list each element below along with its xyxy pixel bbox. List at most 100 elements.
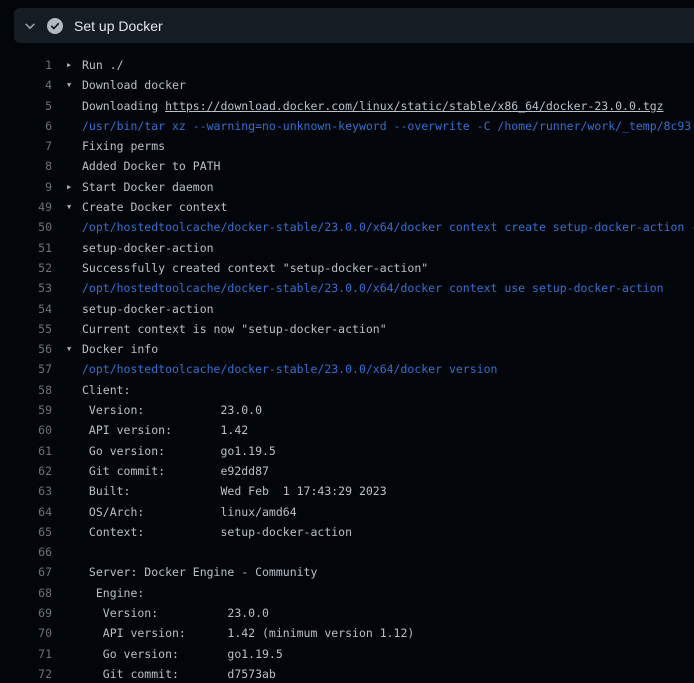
log-line: 62 Git commit: e92dd87 xyxy=(0,461,694,481)
log-group-header[interactable]: 9 ▶ Start Docker daemon xyxy=(0,177,694,197)
chevron-down-icon[interactable] xyxy=(22,18,38,34)
line-number-link[interactable]: 6 xyxy=(0,116,52,136)
log-line: 54 setup-docker-action xyxy=(0,299,694,319)
log-line-text: Built: Wed Feb 1 17:43:29 2023 xyxy=(82,481,387,501)
log-line: 55 Current context is now "setup-docker-… xyxy=(0,319,694,339)
line-number-link[interactable]: 51 xyxy=(0,238,52,258)
log-line-text: setup-docker-action xyxy=(82,238,214,258)
group-toggle-icon xyxy=(52,96,82,116)
step-header[interactable]: Set up Docker xyxy=(14,8,694,43)
line-number-link[interactable]: 72 xyxy=(0,664,52,683)
log-line-text: OS/Arch: linux/amd64 xyxy=(82,502,297,522)
log-group-header[interactable]: 4 ▼ Download docker xyxy=(0,75,694,95)
log-line: 7 Fixing perms xyxy=(0,136,694,156)
log-line-text: Version: 23.0.0 xyxy=(82,400,262,420)
group-toggle-icon xyxy=(52,562,82,582)
line-number-link[interactable]: 49 xyxy=(0,197,52,217)
line-number-link[interactable]: 5 xyxy=(0,96,52,116)
log-line: 6 /usr/bin/tar xz --warning=no-unknown-k… xyxy=(0,116,694,136)
line-number-link[interactable]: 59 xyxy=(0,400,52,420)
line-number-link[interactable]: 60 xyxy=(0,420,52,440)
log-line: 69 Version: 23.0.0 xyxy=(0,603,694,623)
line-number-link[interactable]: 1 xyxy=(0,55,52,75)
line-number-link[interactable]: 70 xyxy=(0,623,52,643)
line-number-link[interactable]: 61 xyxy=(0,441,52,461)
group-toggle-icon xyxy=(52,441,82,461)
line-number-link[interactable]: 9 xyxy=(0,177,52,197)
log-line-text: Server: Docker Engine - Community xyxy=(82,562,317,582)
line-number-link[interactable]: 68 xyxy=(0,583,52,603)
log-line-text: Git commit: d7573ab xyxy=(82,664,276,683)
log-line-text: /opt/hostedtoolcache/docker-stable/23.0.… xyxy=(82,359,497,379)
group-toggle-icon xyxy=(52,380,82,400)
line-number-link[interactable]: 54 xyxy=(0,299,52,319)
group-toggle-icon xyxy=(52,644,82,664)
log-line: 63 Built: Wed Feb 1 17:43:29 2023 xyxy=(0,481,694,501)
line-number-link[interactable]: 57 xyxy=(0,359,52,379)
log-line-text: Downloading https://download.docker.com/… xyxy=(82,96,664,116)
log-line: 72 Git commit: d7573ab xyxy=(0,664,694,683)
group-toggle-icon xyxy=(52,583,82,603)
log-line: 66 xyxy=(0,542,694,562)
log-line-text: Go version: go1.19.5 xyxy=(82,441,276,461)
group-toggle-icon xyxy=(52,461,82,481)
log-group-header[interactable]: 56 ▼ Docker info xyxy=(0,339,694,359)
group-toggle-icon[interactable]: ▶ xyxy=(52,177,82,197)
line-number-link[interactable]: 63 xyxy=(0,481,52,501)
line-number-link[interactable]: 65 xyxy=(0,522,52,542)
log-line: 51 setup-docker-action xyxy=(0,238,694,258)
line-number-link[interactable]: 50 xyxy=(0,217,52,237)
log-line: 59 Version: 23.0.0 xyxy=(0,400,694,420)
log-line: 70 API version: 1.42 (minimum version 1.… xyxy=(0,623,694,643)
line-number-link[interactable]: 4 xyxy=(0,75,52,95)
line-number-link[interactable]: 58 xyxy=(0,380,52,400)
line-number-link[interactable]: 71 xyxy=(0,644,52,664)
log-line: 67 Server: Docker Engine - Community xyxy=(0,562,694,582)
line-number-link[interactable]: 69 xyxy=(0,603,52,623)
group-toggle-icon[interactable]: ▼ xyxy=(52,75,82,95)
line-number-link[interactable]: 53 xyxy=(0,278,52,298)
group-toggle-icon xyxy=(52,156,82,176)
group-toggle-icon[interactable]: ▼ xyxy=(52,339,82,359)
log-line-text: Fixing perms xyxy=(82,136,165,156)
line-number-link[interactable]: 62 xyxy=(0,461,52,481)
group-toggle-icon xyxy=(52,603,82,623)
line-number-link[interactable]: 55 xyxy=(0,319,52,339)
log-line: 8 Added Docker to PATH xyxy=(0,156,694,176)
log-line-text: /usr/bin/tar xz --warning=no-unknown-key… xyxy=(82,116,691,136)
log-line-text: Download docker xyxy=(82,75,186,95)
line-number-link[interactable]: 56 xyxy=(0,339,52,359)
log-line: 53 /opt/hostedtoolcache/docker-stable/23… xyxy=(0,278,694,298)
log-line: 57 /opt/hostedtoolcache/docker-stable/23… xyxy=(0,359,694,379)
line-number-link[interactable]: 67 xyxy=(0,562,52,582)
group-toggle-icon xyxy=(52,217,82,237)
group-toggle-icon xyxy=(52,258,82,278)
line-number-link[interactable]: 66 xyxy=(0,542,52,562)
group-toggle-icon xyxy=(52,481,82,501)
log-line: 52 Successfully created context "setup-d… xyxy=(0,258,694,278)
line-number-link[interactable]: 8 xyxy=(0,156,52,176)
log-group-header[interactable]: 49 ▼ Create Docker context xyxy=(0,197,694,217)
step-title: Set up Docker xyxy=(74,18,163,34)
group-toggle-icon xyxy=(52,522,82,542)
group-toggle-icon xyxy=(52,623,82,643)
log-group-header[interactable]: 1 ▶ Run ./ xyxy=(0,55,694,75)
actions-log-viewer: Set up Docker 1 ▶ Run ./ 4 ▼ Download do… xyxy=(0,0,694,683)
log-line-text: Run ./ xyxy=(82,55,124,75)
line-number-link[interactable]: 52 xyxy=(0,258,52,278)
log-line-text: Client: xyxy=(82,380,130,400)
log-line-text: Start Docker daemon xyxy=(82,177,214,197)
log-url-link[interactable]: https://download.docker.com/linux/static… xyxy=(165,99,664,113)
group-toggle-icon[interactable]: ▼ xyxy=(52,197,82,217)
log-line: 68 Engine: xyxy=(0,583,694,603)
group-toggle-icon[interactable]: ▶ xyxy=(52,55,82,75)
line-number-link[interactable]: 7 xyxy=(0,136,52,156)
log-line: 60 API version: 1.42 xyxy=(0,420,694,440)
group-toggle-icon xyxy=(52,664,82,683)
log-line-text: Version: 23.0.0 xyxy=(82,603,269,623)
log-line-text: Docker info xyxy=(82,339,158,359)
log-content: 1 ▶ Run ./ 4 ▼ Download docker 5 Downloa… xyxy=(0,43,694,683)
check-circle-icon xyxy=(47,18,63,34)
line-number-link[interactable]: 64 xyxy=(0,502,52,522)
log-line-text: API version: 1.42 xyxy=(82,420,248,440)
